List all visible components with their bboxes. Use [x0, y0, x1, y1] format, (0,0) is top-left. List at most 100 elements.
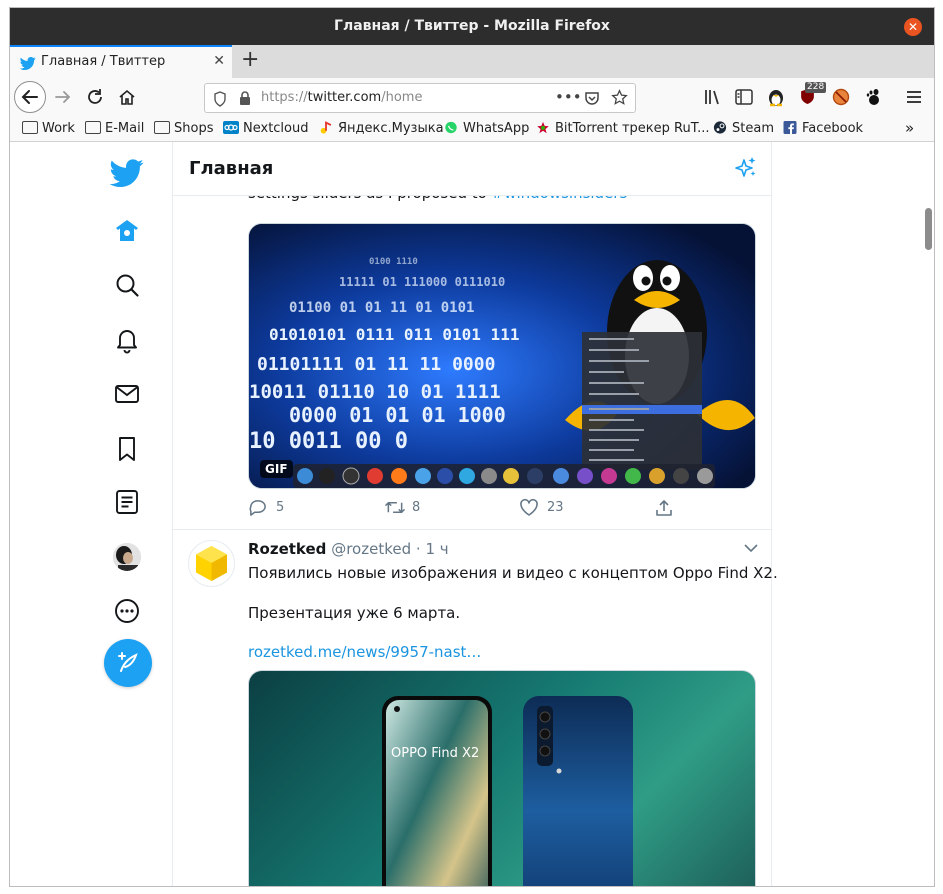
binary-row: 01101111 01 11 11 0000 [257, 354, 495, 375]
bookmark-yandex-music[interactable]: Яндекс.Музыка [318, 121, 444, 139]
twitter-favicon-icon [20, 57, 36, 70]
disabled-extension-icon[interactable] [832, 88, 850, 106]
share-icon [656, 500, 672, 516]
dock [293, 464, 715, 488]
ublock-extension-icon[interactable]: 228 [799, 82, 827, 105]
folder-icon [22, 121, 38, 134]
messages-envelope-icon[interactable] [113, 380, 141, 408]
bookmark-nextcloud[interactable]: Nextcloud [223, 121, 309, 139]
back-button[interactable] [14, 81, 46, 113]
gnome-extension-icon[interactable] [864, 88, 882, 106]
tweet-text-line: Появились новые изображения и видео с ко… [248, 564, 778, 582]
binary-row: 01100 01 01 11 01 0101 [289, 300, 474, 316]
lock-icon[interactable] [239, 91, 251, 106]
share-button[interactable] [654, 498, 674, 518]
like-button[interactable]: 23 [519, 498, 564, 518]
compose-tweet-button[interactable] [104, 639, 152, 687]
home-button[interactable] [117, 87, 137, 107]
reply-icon [249, 500, 266, 516]
bookmark-steam[interactable]: Steam [712, 121, 774, 139]
bookmark-label: Steam [732, 121, 774, 136]
binary-row: 10 0011 00 0 [249, 429, 408, 454]
binary-row: 0100 1110 [369, 257, 418, 267]
window-title: Главная / Твиттер - Mozilla Firefox [334, 18, 610, 34]
bookmark-email[interactable]: E-Mail [85, 121, 144, 139]
binary-row: 11111 01 111000 0111010 [339, 275, 505, 289]
library-icon[interactable] [704, 89, 722, 105]
whatsapp-icon [445, 121, 457, 134]
phones-render-image: OPPO Find X2 [382, 696, 633, 886]
twitter-logo-icon[interactable] [110, 158, 144, 188]
more-options-icon[interactable] [113, 597, 141, 625]
bookmarks-icon[interactable] [113, 435, 141, 463]
forward-button[interactable] [53, 87, 73, 107]
binary-row: 01010101 0111 011 0101 111 [269, 325, 519, 344]
retweet-button[interactable]: 8 [384, 498, 420, 518]
bookmark-rutracker[interactable]: BitTorrent трекер RuT... [535, 121, 710, 139]
url-scheme: https:// [261, 90, 308, 105]
pocket-icon[interactable] [584, 90, 600, 106]
nextcloud-icon [223, 121, 239, 134]
bookmarks-overflow-icon[interactable]: » [905, 119, 914, 137]
gif-media[interactable]: 0100 1110 11111 01 111000 0111010 01100 … [248, 223, 756, 489]
new-tab-button[interactable]: + [241, 47, 259, 72]
sparkle-top-tweets-icon[interactable] [735, 156, 757, 180]
bookmark-label: Shops [174, 121, 214, 136]
notifications-bell-icon[interactable] [113, 326, 141, 354]
author-name[interactable]: Rozetked [248, 540, 326, 558]
yandex-music-icon [320, 121, 332, 134]
bookmark-star-icon[interactable] [611, 89, 628, 106]
scrollbar-thumb[interactable] [925, 208, 932, 250]
feather-plus-icon [118, 652, 138, 672]
explore-search-icon[interactable] [113, 271, 141, 299]
like-count: 23 [547, 500, 564, 515]
page-scrollbar[interactable] [923, 142, 933, 886]
sidebar-toggle-icon[interactable] [735, 89, 753, 105]
timeline-header: Главная [173, 142, 771, 196]
bookmark-label: Nextcloud [243, 121, 309, 136]
url-host: twitter.com [307, 90, 382, 105]
tweet-time[interactable]: 1 ч [425, 540, 448, 558]
rozetked-avatar[interactable] [188, 540, 235, 587]
rutracker-icon [537, 121, 549, 134]
tweet-image-oppo[interactable]: OPPO Find X2 [248, 670, 756, 886]
reply-count: 5 [276, 500, 285, 515]
browser-window: Главная / Твиттер - Mozilla Firefox ✕ Гл… [10, 8, 934, 886]
url-bar[interactable]: https://twitter.com/home ••• [204, 83, 636, 113]
tux-extension-icon[interactable] [767, 87, 785, 107]
title-bar: Главная / Твиттер - Mozilla Firefox ✕ [10, 8, 934, 45]
shield-icon[interactable] [213, 91, 227, 107]
bookmark-label: Яндекс.Музыка [338, 121, 444, 136]
bookmark-work[interactable]: Work [22, 121, 75, 139]
chevron-down-icon[interactable] [743, 542, 759, 554]
bookmark-label: Work [42, 121, 75, 136]
tweet-link[interactable]: rozetked.me/news/9957-nast… [248, 643, 481, 661]
nav-toolbar: https://twitter.com/home ••• 228 [10, 78, 934, 118]
author-handle[interactable]: @rozetked [331, 540, 411, 558]
reply-button[interactable]: 5 [248, 498, 284, 518]
separator-dot: · [415, 540, 421, 558]
bookmark-shops[interactable]: Shops [154, 121, 213, 139]
phone-screen-caption: OPPO Find X2 [391, 746, 479, 761]
tab-twitter-home[interactable]: Главная / Твиттер ✕ [10, 45, 232, 78]
tab-strip: Главная / Твиттер ✕ + [10, 45, 934, 79]
hamburger-menu-icon[interactable] [906, 89, 922, 105]
heart-icon [520, 498, 538, 516]
binary-row: 10011 01110 10 01 1111 [249, 381, 501, 403]
close-tab-icon[interactable]: ✕ [213, 53, 225, 69]
bookmark-facebook[interactable]: Facebook [782, 121, 863, 139]
reload-button[interactable] [85, 87, 105, 107]
url-text: https://twitter.com/home [261, 90, 422, 105]
bookmarks-toolbar: Work E-Mail Shops Nextcloud Яндекс.Музык… [10, 118, 934, 142]
close-window-button[interactable]: ✕ [904, 18, 922, 36]
bookmark-label: WhatsApp [463, 121, 530, 136]
lists-icon[interactable] [113, 488, 141, 516]
hexagon-logo-icon [196, 546, 227, 581]
page-actions-icon[interactable]: ••• [555, 88, 582, 106]
tweet-rozetked[interactable]: Rozetked @rozetked · 1 ч Появились новые… [173, 529, 778, 886]
home-icon[interactable] [113, 217, 141, 245]
binary-code-gif: 0100 1110 11111 01 111000 0111010 01100 … [249, 224, 755, 488]
bookmark-label: Facebook [802, 121, 864, 136]
profile-avatar[interactable] [113, 543, 141, 571]
bookmark-whatsapp[interactable]: WhatsApp [443, 121, 529, 139]
